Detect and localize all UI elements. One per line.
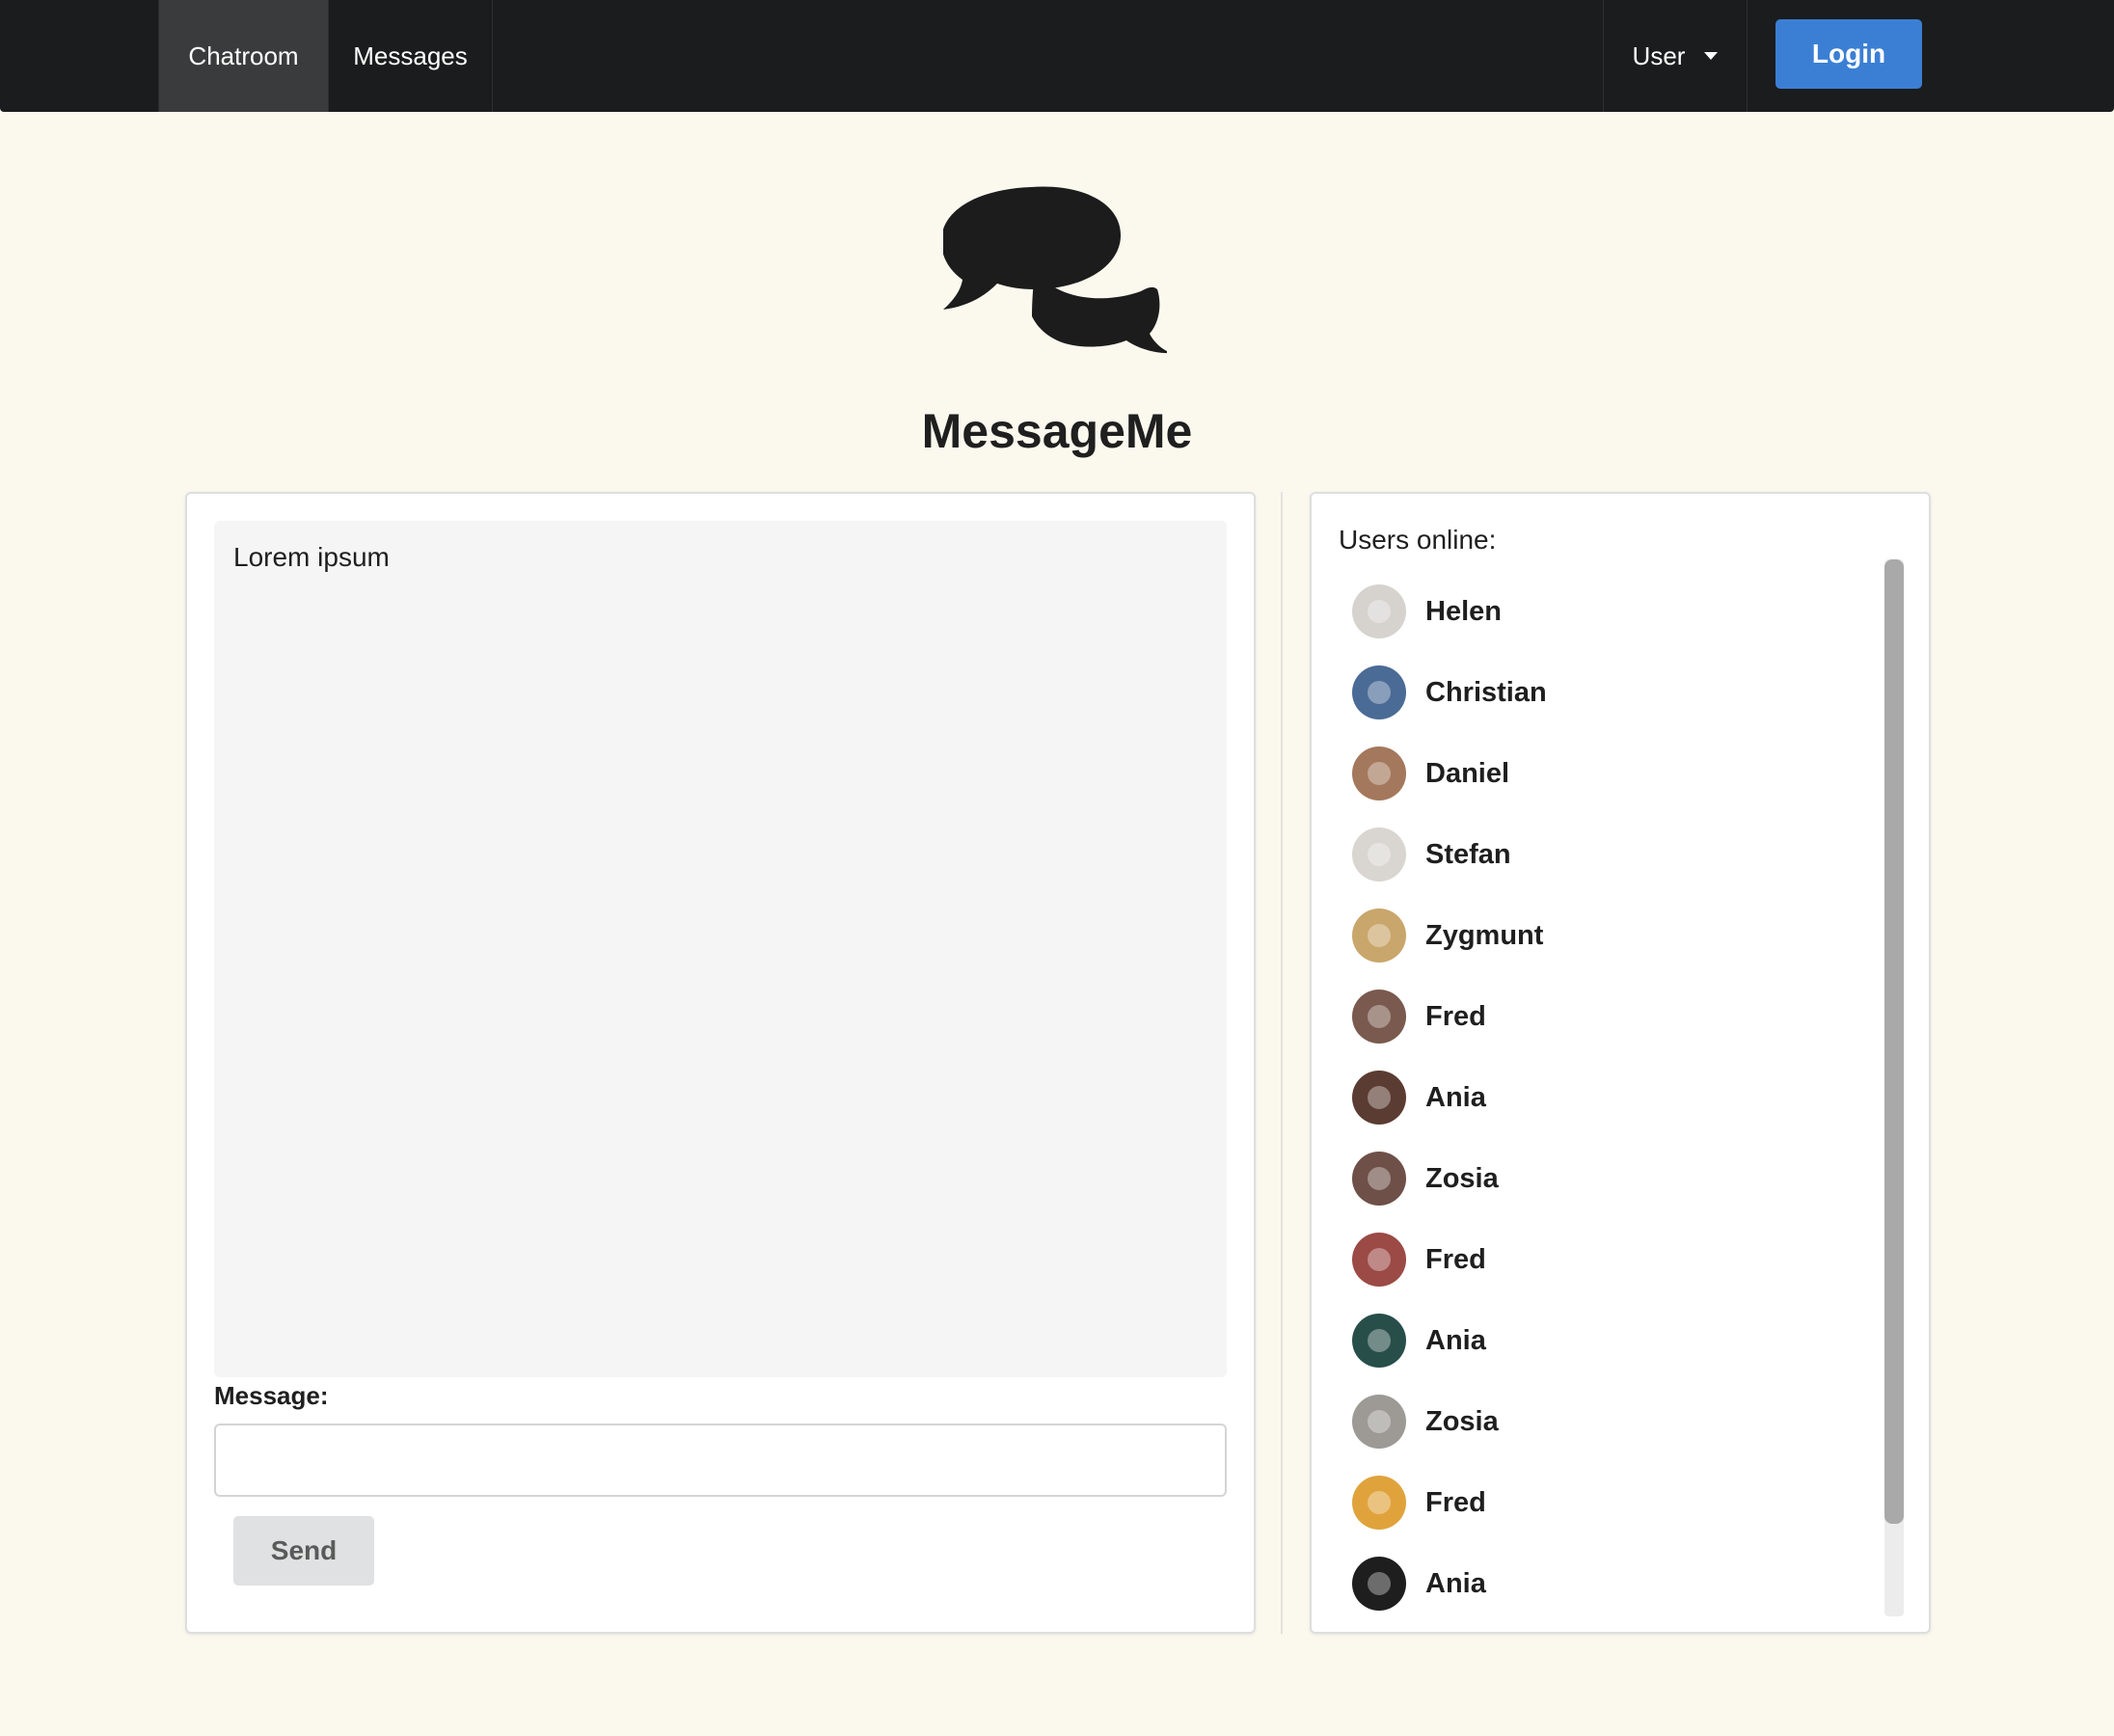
user-name: Stefan	[1425, 838, 1511, 870]
user-name: Zygmunt	[1425, 919, 1544, 951]
comments-icon	[943, 186, 1167, 354]
user-name: Fred	[1425, 1243, 1486, 1275]
user-list-item[interactable]: Zygmunt	[1352, 895, 1873, 976]
user-dropdown-label: User	[1632, 41, 1686, 70]
user-list-item[interactable]: Daniel	[1352, 733, 1873, 814]
nav-chatroom-label: Chatroom	[188, 41, 299, 70]
user-avatar	[1352, 1476, 1406, 1530]
user-list-item[interactable]: Fred	[1352, 976, 1873, 1057]
users-online-heading: Users online:	[1339, 525, 1497, 555]
users-panel: Users online: Helen Christian Daniel Stefan…	[1310, 492, 1931, 1634]
user-list-item[interactable]: Christian	[1352, 652, 1873, 733]
user-list-item[interactable]: Ania	[1352, 1300, 1873, 1381]
panel-divider	[1281, 492, 1283, 1634]
user-name: Ania	[1425, 1081, 1486, 1113]
user-avatar	[1352, 827, 1406, 882]
user-avatar	[1352, 1395, 1406, 1449]
users-list[interactable]: Helen Christian Daniel Stefan Zygmunt Fred Ani…	[1352, 571, 1873, 1624]
user-avatar	[1352, 1071, 1406, 1125]
user-name: Helen	[1425, 595, 1502, 627]
users-scrollbar-thumb[interactable]	[1884, 559, 1904, 1524]
send-button[interactable]: Send	[233, 1516, 374, 1586]
user-list-item[interactable]: Fred	[1352, 1462, 1873, 1543]
user-list-item[interactable]: Zosia	[1352, 1138, 1873, 1219]
user-avatar	[1352, 990, 1406, 1044]
user-avatar	[1352, 1233, 1406, 1287]
nav-messages[interactable]: Messages	[328, 0, 493, 112]
message-item: Lorem ipsum	[233, 542, 390, 572]
top-navbar: Chatroom Messages User Login	[0, 0, 2114, 112]
user-list-item[interactable]: Stefan	[1352, 814, 1873, 895]
app-title: MessageMe	[921, 404, 1193, 458]
user-name: Zosia	[1425, 1405, 1499, 1437]
user-avatar	[1352, 1152, 1406, 1206]
caret-down-icon	[1704, 52, 1719, 60]
user-list-item[interactable]: Ania	[1352, 1543, 1873, 1624]
user-avatar	[1352, 1557, 1406, 1611]
user-list-item[interactable]: Zosia	[1352, 1381, 1873, 1462]
user-name: Fred	[1425, 1486, 1486, 1518]
user-list-item[interactable]: Helen	[1352, 571, 1873, 652]
message-label: Message:	[214, 1381, 329, 1410]
user-name: Fred	[1425, 1000, 1486, 1032]
users-scrollbar[interactable]	[1884, 559, 1904, 1616]
nav-messages-label: Messages	[353, 41, 468, 70]
user-avatar	[1352, 909, 1406, 963]
user-list-item[interactable]: Ania	[1352, 1057, 1873, 1138]
user-avatar	[1352, 746, 1406, 800]
user-name: Ania	[1425, 1567, 1486, 1599]
user-list-item[interactable]: Fred	[1352, 1219, 1873, 1300]
user-name: Daniel	[1425, 757, 1510, 789]
user-avatar	[1352, 1314, 1406, 1368]
nav-chatroom[interactable]: Chatroom	[158, 0, 328, 112]
chat-panel: Lorem ipsum Message: Send	[185, 492, 1256, 1634]
message-input[interactable]	[214, 1424, 1227, 1497]
user-dropdown[interactable]: User	[1603, 0, 1748, 112]
user-name: Zosia	[1425, 1162, 1499, 1194]
user-avatar	[1352, 584, 1406, 638]
login-button[interactable]: Login	[1775, 19, 1922, 89]
user-name: Christian	[1425, 676, 1547, 708]
message-log[interactable]: Lorem ipsum	[214, 521, 1227, 1377]
user-avatar	[1352, 665, 1406, 719]
user-name: Ania	[1425, 1324, 1486, 1356]
